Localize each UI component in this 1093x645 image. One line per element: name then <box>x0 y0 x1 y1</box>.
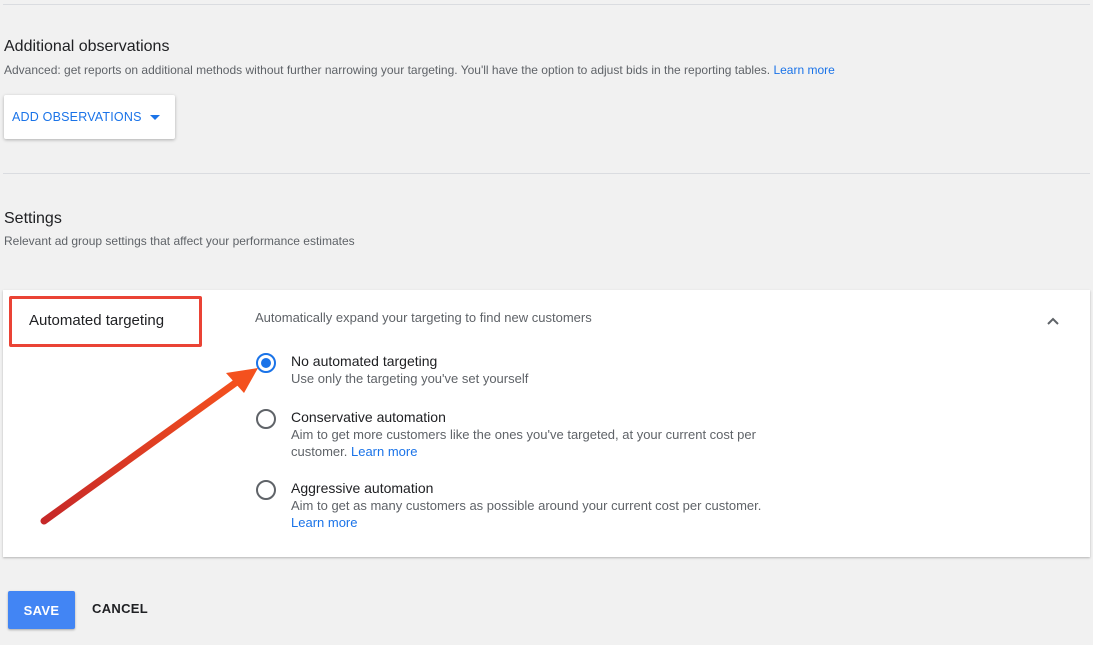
save-button[interactable]: SAVE <box>8 591 75 629</box>
caret-down-icon <box>149 114 160 120</box>
observations-title: Additional observations <box>4 38 170 55</box>
option-title: No automated targeting <box>291 353 438 369</box>
aggressive-learn-more-link[interactable]: Learn more <box>291 515 357 530</box>
option-description: Aim to get more customers like the ones … <box>291 426 791 460</box>
observations-description-text: Advanced: get reports on additional meth… <box>4 63 771 77</box>
option-description-text: Aim to get as many customers as possible… <box>291 498 762 513</box>
conservative-learn-more-link[interactable]: Learn more <box>351 444 417 459</box>
option-conservative-automation[interactable]: Conservative automation Aim to get more … <box>256 409 796 461</box>
cancel-button[interactable]: CANCEL <box>92 601 148 616</box>
observations-learn-more-link[interactable]: Learn more <box>773 63 834 77</box>
option-no-automated-targeting[interactable]: No automated targeting Use only the targ… <box>256 353 796 393</box>
automated-targeting-label: Automated targeting <box>29 312 165 329</box>
option-description: Use only the targeting you've set yourse… <box>291 371 529 386</box>
section-divider <box>3 173 1090 174</box>
automated-targeting-card: Automated targeting Automatically expand… <box>3 290 1090 557</box>
chevron-up-icon[interactable] <box>1041 310 1065 334</box>
option-title: Aggressive automation <box>291 480 434 496</box>
settings-title: Settings <box>4 210 62 227</box>
option-aggressive-automation[interactable]: Aggressive automation Aim to get as many… <box>256 480 796 532</box>
add-observations-label: ADD OBSERVATIONS <box>12 110 142 124</box>
add-observations-button[interactable]: ADD OBSERVATIONS <box>4 95 175 139</box>
option-description: Aim to get as many customers as possible… <box>291 497 771 531</box>
option-title: Conservative automation <box>291 409 446 425</box>
radio-aggressive-automation[interactable] <box>256 480 276 500</box>
radio-no-automated-targeting[interactable] <box>256 353 276 373</box>
settings-description: Relevant ad group settings that affect y… <box>4 234 355 248</box>
radio-conservative-automation[interactable] <box>256 409 276 429</box>
observations-description: Advanced: get reports on additional meth… <box>4 63 835 77</box>
automated-targeting-summary: Automatically expand your targeting to f… <box>255 310 592 325</box>
top-divider <box>3 4 1090 5</box>
